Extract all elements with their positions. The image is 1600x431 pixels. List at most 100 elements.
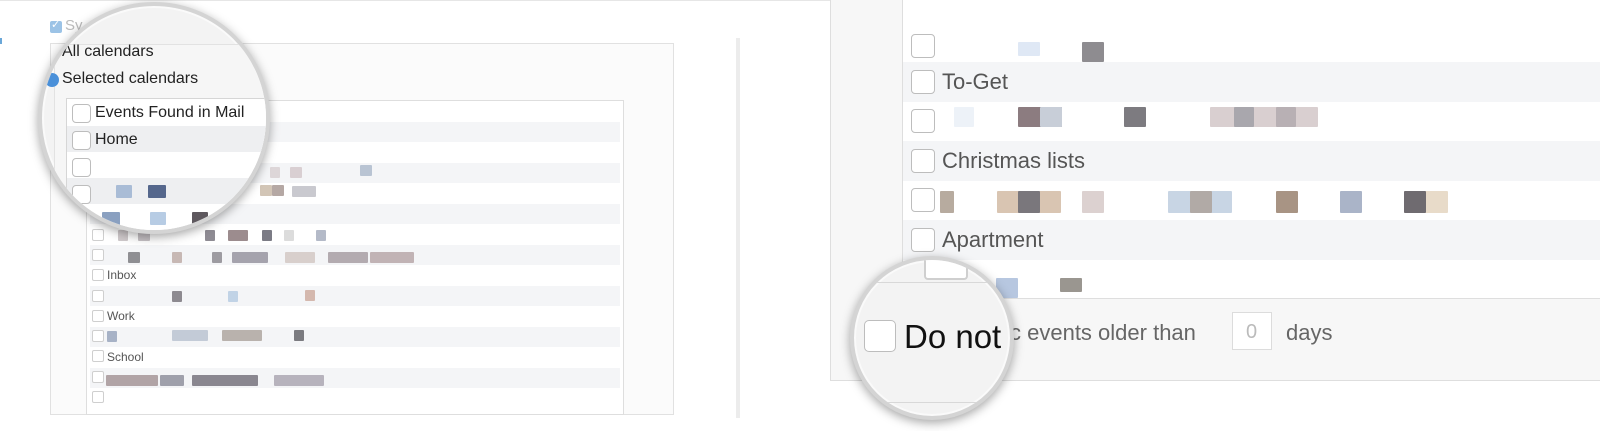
magnified-checkbox-partial: [924, 260, 968, 280]
do-not-sync-checkbox[interactable]: [864, 320, 896, 352]
christmas-lists-label: Christmas lists: [942, 148, 1086, 173]
days-value: 0: [1246, 321, 1258, 343]
redacted-name: [106, 375, 158, 386]
redacted-name: [102, 212, 120, 225]
redacted-name: [148, 185, 166, 198]
magnified-list-border: [854, 282, 1010, 283]
redacted-name: [1124, 107, 1146, 127]
apartment-label: Apartment: [942, 227, 1044, 252]
calendar-checkbox[interactable]: [92, 249, 104, 261]
redacted-name: [1040, 107, 1062, 127]
days-input[interactable]: 0: [1232, 312, 1272, 350]
sync-checkbox[interactable]: ✓: [50, 19, 62, 33]
redacted-name: [232, 252, 268, 263]
redacted-name: [305, 290, 315, 301]
redacted-name: [228, 291, 238, 302]
events-found-in-mail-checkbox[interactable]: [72, 104, 91, 123]
redacted-name: [222, 330, 262, 341]
list-row: [90, 327, 620, 347]
redacted-name: [1276, 107, 1296, 127]
home-checkbox[interactable]: [72, 131, 91, 150]
redacted-name: [228, 230, 248, 241]
magnified-box-border: [854, 402, 1010, 403]
redacted-name: [160, 375, 184, 386]
top-border: [0, 0, 740, 1]
redacted-name: [118, 230, 128, 241]
calendar-label-school: School: [107, 350, 144, 364]
magnifier-calendars: All calendars Selected calendars Events …: [38, 2, 270, 234]
list-checkbox[interactable]: [911, 34, 935, 58]
calendar-checkbox[interactable]: [72, 185, 91, 204]
christmas-lists-checkbox[interactable]: [911, 149, 935, 173]
calendar-checkbox[interactable]: [92, 290, 104, 302]
redacted-name: [172, 291, 182, 302]
redacted-name: [128, 252, 140, 263]
redacted-name: [360, 165, 372, 176]
redacted-name: [270, 167, 280, 178]
redacted-name: [1210, 107, 1318, 127]
calendar-checkbox[interactable]: [92, 330, 104, 342]
calendar-checkbox[interactable]: [72, 158, 91, 177]
days-label: days: [1286, 320, 1333, 345]
redacted-name: [1190, 191, 1212, 213]
redacted-name: [316, 230, 326, 241]
list-row: [90, 286, 620, 306]
redacted-name: [285, 252, 315, 263]
home-label: Home: [95, 131, 138, 148]
redacted-name: [1060, 278, 1082, 292]
redacted-name: [1082, 191, 1104, 213]
calendar-label-inbox: Inbox: [107, 268, 137, 282]
redacted-name: [290, 167, 302, 178]
redacted-name: [150, 212, 166, 225]
redacted-name: [1018, 42, 1040, 56]
to-get-checkbox[interactable]: [911, 70, 935, 94]
list-checkbox[interactable]: [911, 188, 935, 212]
calendar-checkbox[interactable]: [92, 310, 104, 322]
redacted-name: [172, 252, 182, 263]
redacted-name: [107, 331, 117, 342]
redacted-name: [1018, 191, 1040, 213]
redacted-name: [328, 252, 368, 263]
redacted-name: [370, 252, 414, 263]
redacted-name: [116, 185, 132, 198]
redacted-name: [1082, 42, 1104, 62]
redacted-name: [274, 375, 324, 386]
redacted-name: [192, 375, 258, 386]
redacted-name: [172, 330, 208, 341]
calendar-checkbox[interactable]: [92, 371, 104, 383]
calendar-checkbox[interactable]: [92, 269, 104, 281]
to-get-label: To-Get: [942, 69, 1009, 94]
itunes-calendars-pane: ✓ Sy Inbox Work School All calendars Sel…: [0, 0, 740, 431]
events-found-in-mail-label: Events Found in Mail: [95, 104, 245, 121]
calendar-checkbox[interactable]: [92, 350, 104, 362]
itunes-reminders-pane: To-Get Christmas lists Apartment c event…: [740, 0, 1600, 431]
selected-calendars-radio[interactable]: [45, 73, 59, 87]
selected-calendars-option[interactable]: Selected calendars: [62, 70, 198, 88]
redacted-name: [294, 330, 304, 341]
apartment-checkbox[interactable]: [911, 228, 935, 252]
calendar-checkbox[interactable]: [92, 391, 104, 403]
redacted-name: [192, 212, 208, 225]
list-checkbox[interactable]: [911, 109, 935, 133]
redacted-name: [212, 252, 222, 263]
do-not-sync-label: Do not: [904, 318, 1002, 355]
redacted-name: [205, 230, 215, 241]
redacted-name: [954, 107, 974, 127]
redacted-name: [262, 230, 272, 241]
redacted-name: [940, 191, 954, 213]
redacted-name: [1234, 107, 1254, 127]
calendar-label-work: Work: [107, 309, 135, 323]
edge-marker: [0, 38, 2, 44]
magnifier-sync-option: Do not: [850, 256, 1014, 420]
calendar-checkbox[interactable]: [92, 229, 104, 241]
do-not-sync-label-rest: c events older than: [1010, 320, 1196, 345]
redacted-name: [272, 185, 284, 196]
redacted-name: [292, 186, 316, 197]
redacted-name: [1276, 191, 1298, 213]
redacted-name: [1404, 191, 1426, 213]
all-calendars-option[interactable]: All calendars: [62, 43, 154, 61]
list-row: [67, 178, 266, 204]
redacted-name: [1340, 191, 1362, 213]
checkmark-icon: ✓: [51, 19, 61, 31]
redacted-name: [284, 230, 294, 241]
